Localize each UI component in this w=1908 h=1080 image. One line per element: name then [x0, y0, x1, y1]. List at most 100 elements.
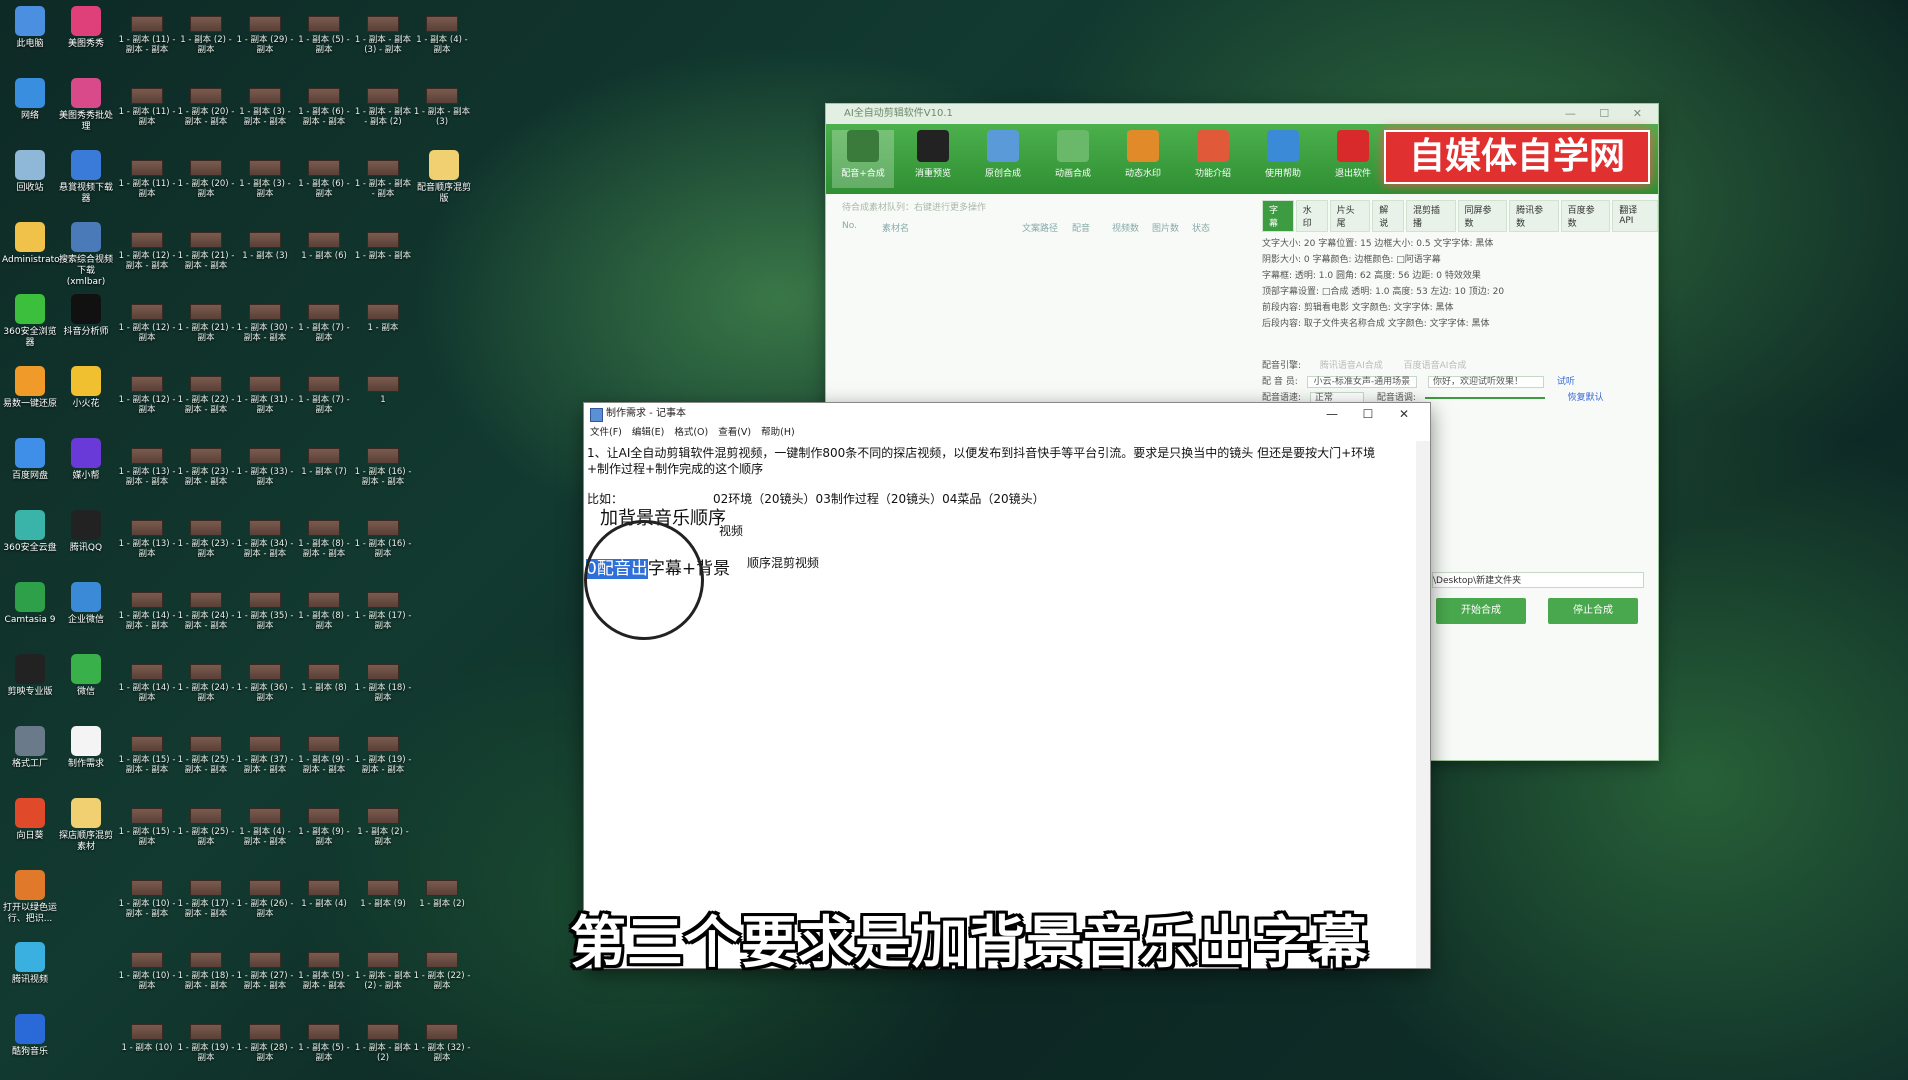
video-file[interactable]: 1 - 副本 (11) - 副本: [118, 160, 176, 199]
video-file[interactable]: 1 - 副本 (3): [236, 232, 294, 261]
reset-link[interactable]: 恢复默认: [1568, 393, 1604, 403]
video-file[interactable]: 1 - 副本 (37) - 副本 - 副本: [236, 736, 294, 775]
video-file[interactable]: 1 - 副本 (12) - 副本: [118, 376, 176, 415]
video-file[interactable]: 1 - 副本 (14) - 副本: [118, 664, 176, 703]
video-file[interactable]: 1 - 副本 (17) - 副本 - 副本: [177, 880, 235, 919]
settings-tab[interactable]: 混剪插播: [1406, 200, 1456, 232]
settings-tab[interactable]: 片头尾: [1329, 200, 1371, 232]
video-file[interactable]: 1 - 副本 (17) - 副本: [354, 592, 412, 631]
video-file[interactable]: 1: [354, 376, 412, 405]
video-file[interactable]: 1 - 副本 (34) - 副本 - 副本: [236, 520, 294, 559]
desktop-shortcut[interactable]: 此电脑: [2, 6, 58, 50]
settings-tab[interactable]: 解说: [1372, 200, 1404, 232]
video-file[interactable]: 1 - 副本 (30) - 副本 - 副本: [236, 304, 294, 343]
video-file[interactable]: 1 - 副本 (8): [295, 664, 353, 693]
video-file[interactable]: 1 - 副本 (26) - 副本: [236, 880, 294, 919]
notepad-titlebar[interactable]: 制作需求 - 记事本 — ☐ ✕: [584, 403, 1430, 425]
video-file[interactable]: 1 - 副本 (27) - 副本 - 副本: [236, 952, 294, 991]
notepad-menu-item[interactable]: 编辑(E): [632, 427, 664, 438]
video-file[interactable]: 1 - 副本 (10): [118, 1024, 176, 1053]
start-compose-button[interactable]: 开始合成: [1436, 598, 1526, 624]
video-file[interactable]: 1 - 副本 (23) - 副本 - 副本: [177, 448, 235, 487]
video-file[interactable]: 1 - 副本 - 副本 (2): [354, 1024, 412, 1063]
video-file[interactable]: 1 - 副本 (23) - 副本: [177, 520, 235, 559]
video-file[interactable]: 1 - 副本 (16) - 副本 - 副本: [354, 448, 412, 487]
desktop-shortcut[interactable]: 探店顺序混剪素材: [58, 798, 114, 853]
video-file[interactable]: 1 - 副本 (9): [354, 880, 412, 909]
settings-row[interactable]: 顶部字幕设置: □合成 透明: 1.0 高度: 53 左边: 10 顶边: 20: [1262, 284, 1658, 297]
settings-tab[interactable]: 同屏参数: [1457, 200, 1508, 232]
video-file[interactable]: 1 - 副本 - 副本 - 副本 (2): [354, 88, 412, 127]
settings-row[interactable]: 前段内容: 剪辑看电影 文字颜色: 文字字体: 黑体: [1262, 300, 1658, 313]
video-file[interactable]: 1 - 副本 (24) - 副本 - 副本: [177, 592, 235, 631]
video-file[interactable]: 1 - 副本 (6) - 副本 - 副本: [295, 88, 353, 127]
desktop-shortcut[interactable]: 美图秀秀批处理: [58, 78, 114, 133]
video-file[interactable]: 1 - 副本 (16) - 副本: [354, 520, 412, 559]
video-file[interactable]: 1 - 副本 (31) - 副本: [236, 376, 294, 415]
video-file[interactable]: 1 - 副本 (6) - 副本: [295, 160, 353, 199]
notepad-menu-item[interactable]: 文件(F): [590, 427, 622, 438]
video-file[interactable]: 1 - 副本 (36) - 副本: [236, 664, 294, 703]
sample-text-input[interactable]: 你好，欢迎试听效果！: [1428, 376, 1545, 388]
toolbar-button[interactable]: 消重预览: [902, 130, 964, 179]
video-file[interactable]: 1 - 副本: [354, 304, 412, 333]
video-file[interactable]: 1 - 副本 (10) - 副本: [118, 952, 176, 991]
toolbar-button[interactable]: 功能介绍: [1182, 130, 1244, 179]
notepad-window[interactable]: 制作需求 - 记事本 — ☐ ✕ 文件(F) 编辑(E) 格式(O) 查看(V) 帮助(H)…: [584, 403, 1430, 968]
video-file[interactable]: 1 - 副本 (11) - 副本: [118, 88, 176, 127]
video-file[interactable]: 1 - 副本 (13) - 副本 - 副本: [118, 448, 176, 487]
video-file[interactable]: 1 - 副本 (4) - 副本 - 副本: [236, 808, 294, 847]
video-file[interactable]: 1 - 副本 (2) - 副本: [354, 808, 412, 847]
video-file[interactable]: 1 - 副本 (11) - 副本 - 副本: [118, 16, 176, 55]
app-titlebar[interactable]: AI全自动剪辑软件V10.1 — ☐ ✕: [826, 104, 1658, 124]
video-file[interactable]: 1 - 副本 (21) - 副本: [177, 304, 235, 343]
video-file[interactable]: 1 - 副本 (20) - 副本 - 副本: [177, 88, 235, 127]
video-file[interactable]: 1 - 副本 - 副本 (3): [413, 88, 471, 127]
desktop-shortcut[interactable]: 百度网盘: [2, 438, 58, 482]
settings-row[interactable]: 后段内容: 取子文件夹名称合成 文字颜色: 文字字体: 黑体: [1262, 316, 1658, 329]
desktop-shortcut[interactable]: 网络: [2, 78, 58, 122]
video-file[interactable]: 1 - 副本 (8) - 副本 - 副本: [295, 520, 353, 559]
video-file[interactable]: 1 - 副本 (10) - 副本 - 副本: [118, 880, 176, 919]
video-file[interactable]: 1 - 副本 - 副本 (3) - 副本: [354, 16, 412, 55]
video-file[interactable]: 1 - 副本 (29) - 副本: [236, 16, 294, 55]
output-path-field[interactable]: \Desktop\新建文件夹: [1432, 572, 1644, 588]
video-file[interactable]: 1 - 副本 (9) - 副本: [295, 808, 353, 847]
desktop-shortcut[interactable]: 小火花: [58, 366, 114, 410]
video-file[interactable]: 1 - 副本 (18) - 副本 - 副本: [177, 952, 235, 991]
video-file[interactable]: 1 - 副本 (28) - 副本: [236, 1024, 294, 1063]
desktop-shortcut[interactable]: 回收站: [2, 150, 58, 194]
engine-option-baidu[interactable]: 百度语音AI合成: [1404, 361, 1467, 371]
desktop-shortcut[interactable]: 剪映专业版: [2, 654, 58, 698]
toolbar-button[interactable]: 配音+合成: [832, 130, 894, 188]
video-file[interactable]: 1 - 副本 (4) - 副本: [413, 16, 471, 55]
video-file[interactable]: 1 - 副本 - 副本: [354, 232, 412, 261]
settings-tab[interactable]: 百度参数: [1560, 200, 1611, 232]
desktop-shortcut[interactable]: 美图秀秀: [58, 6, 114, 50]
desktop-shortcut[interactable]: 腾讯QQ: [58, 510, 114, 554]
toolbar-button[interactable]: 原创合成: [972, 130, 1034, 179]
video-file[interactable]: 1 - 副本 (5) - 副本: [295, 1024, 353, 1063]
desktop-shortcut[interactable]: 易数一键还原: [2, 366, 58, 410]
desktop-shortcut[interactable]: 360安全云盘: [2, 510, 58, 554]
video-file[interactable]: 1 - 副本 (8) - 副本: [295, 592, 353, 631]
video-file[interactable]: 1 - 副本 (19) - 副本: [177, 1024, 235, 1063]
video-file[interactable]: 1 - 副本 (13) - 副本: [118, 520, 176, 559]
desktop-shortcut[interactable]: Administrator: [2, 222, 63, 266]
try-listen-link[interactable]: 试听: [1557, 377, 1575, 387]
notepad-menu-item[interactable]: 格式(O): [674, 427, 708, 438]
voice-select[interactable]: 小云-标准女声-通用场景: [1306, 376, 1418, 388]
video-file[interactable]: 1 - 副本 (22) - 副本 - 副本: [177, 376, 235, 415]
video-file[interactable]: 1 - 副本 (3) - 副本: [236, 160, 294, 199]
video-file[interactable]: 1 - 副本 (14) - 副本 - 副本: [118, 592, 176, 631]
video-file[interactable]: 1 - 副本 (7) - 副本: [295, 376, 353, 415]
video-file[interactable]: 1 - 副本 (20) - 副本: [177, 160, 235, 199]
toolbar-button[interactable]: 使用帮助: [1252, 130, 1314, 179]
desktop-shortcut[interactable]: 抖音分析师: [58, 294, 114, 338]
desktop-shortcut[interactable]: 配音顺序混剪版: [416, 150, 472, 205]
video-file[interactable]: 1 - 副本 (15) - 副本 - 副本: [118, 736, 176, 775]
video-file[interactable]: 1 - 副本 (2): [413, 880, 471, 909]
maximize-icon[interactable]: ☐: [1350, 403, 1386, 425]
video-file[interactable]: 1 - 副本 (15) - 副本: [118, 808, 176, 847]
desktop-shortcut[interactable]: 搜索综合视频下载(xmlbar): [58, 222, 114, 288]
